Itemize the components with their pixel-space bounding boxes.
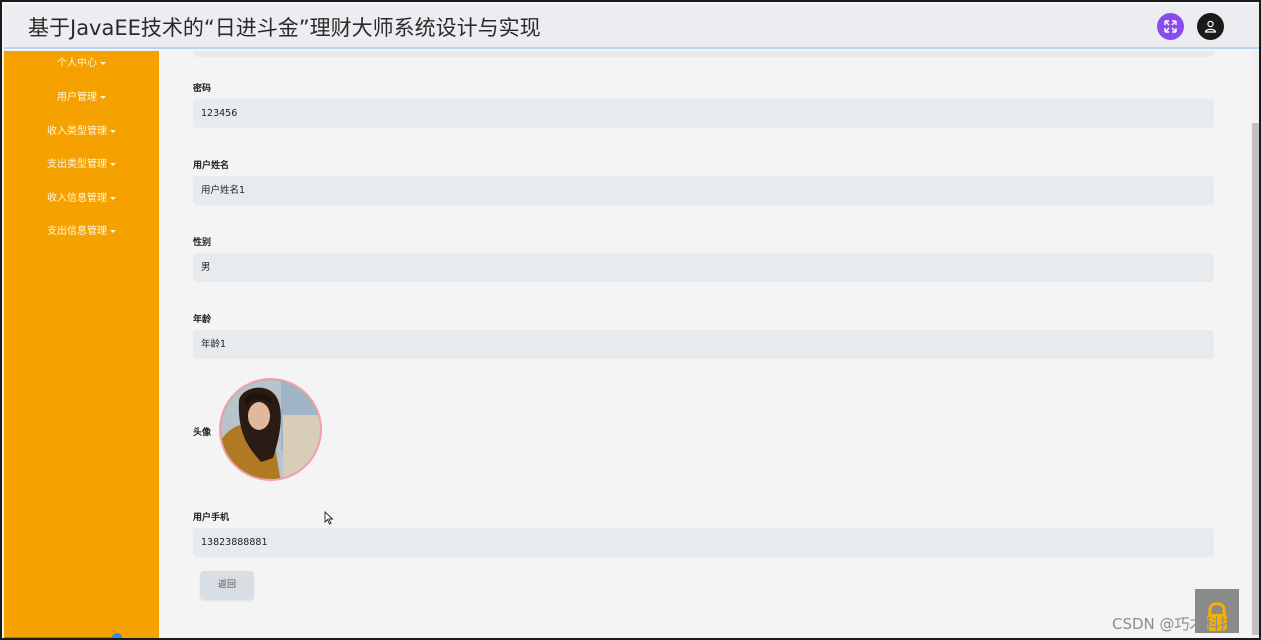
sidebar-item-personal-center[interactable]: 个人中心: [4, 56, 159, 72]
avatar-image: [219, 378, 322, 481]
name-label: 用户姓名: [193, 161, 230, 171]
loading-knob: [112, 633, 122, 638]
sidebar-item-label: 用户管理: [57, 92, 97, 103]
page-title: 基于JavaEE技术的“日进斗金”理财大师系统设计与实现: [28, 16, 541, 40]
phone-label: 用户手机: [193, 513, 230, 523]
scrollbar-thumb[interactable]: [1252, 123, 1259, 635]
password-label: 密码: [193, 84, 212, 94]
detail-form: 密码 123456 用户姓名 用户姓名1 性别 男 年龄 年龄1 头像 用户手机…: [159, 51, 1251, 638]
sidebar-item-label: 收入信息管理: [47, 193, 107, 204]
sidebar-item-label: 支出类型管理: [47, 159, 107, 170]
sidebar-item-label: 收入类型管理: [47, 126, 107, 137]
avatar-label: 头像: [193, 428, 212, 438]
gender-label: 性别: [193, 238, 212, 248]
page-scrollbar[interactable]: [1251, 51, 1259, 638]
sidebar-item-expense-type[interactable]: 支出类型管理: [4, 157, 159, 173]
sidebar-item-expense-info[interactable]: 支出信息管理: [4, 224, 159, 240]
sidebar-item-income-info[interactable]: 收入信息管理: [4, 191, 159, 207]
age-field[interactable]: 年龄1: [193, 330, 1214, 359]
name-field[interactable]: 用户姓名1: [193, 176, 1214, 205]
caret-down-icon: [110, 162, 116, 166]
phone-field[interactable]: 13823888881: [193, 528, 1214, 557]
mouse-cursor-icon: [324, 511, 334, 525]
sidebar: 个人中心 用户管理 收入类型管理 支出类型管理 收入信息管理 支出信息管理: [4, 51, 159, 638]
app-window: 基于JavaEE技术的“日进斗金”理财大师系统设计与实现 个人中心 用户管理 收…: [0, 0, 1261, 640]
back-button[interactable]: 返回: [200, 571, 254, 600]
top-header: 基于JavaEE技术的“日进斗金”理财大师系统设计与实现: [4, 4, 1259, 49]
sidebar-item-label: 支出信息管理: [47, 226, 107, 237]
sidebar-item-income-type[interactable]: 收入类型管理: [4, 124, 159, 140]
age-label: 年龄: [193, 315, 212, 325]
sidebar-item-user-management[interactable]: 用户管理: [4, 90, 159, 106]
caret-down-icon: [100, 61, 106, 65]
caret-down-icon: [110, 229, 116, 233]
gender-field[interactable]: 男: [193, 253, 1214, 282]
previous-field-edge: [193, 51, 1214, 57]
caret-down-icon: [110, 129, 116, 133]
caret-down-icon: [100, 95, 106, 99]
expand-icon: [1164, 20, 1177, 33]
caret-down-icon: [110, 196, 116, 200]
user-icon: [1204, 20, 1217, 33]
sidebar-item-label: 个人中心: [57, 58, 97, 69]
password-field[interactable]: 123456: [193, 99, 1214, 128]
fullscreen-button[interactable]: [1157, 13, 1184, 40]
user-menu-button[interactable]: [1197, 13, 1224, 40]
watermark: CSDN @巧才科技: [1112, 615, 1235, 633]
